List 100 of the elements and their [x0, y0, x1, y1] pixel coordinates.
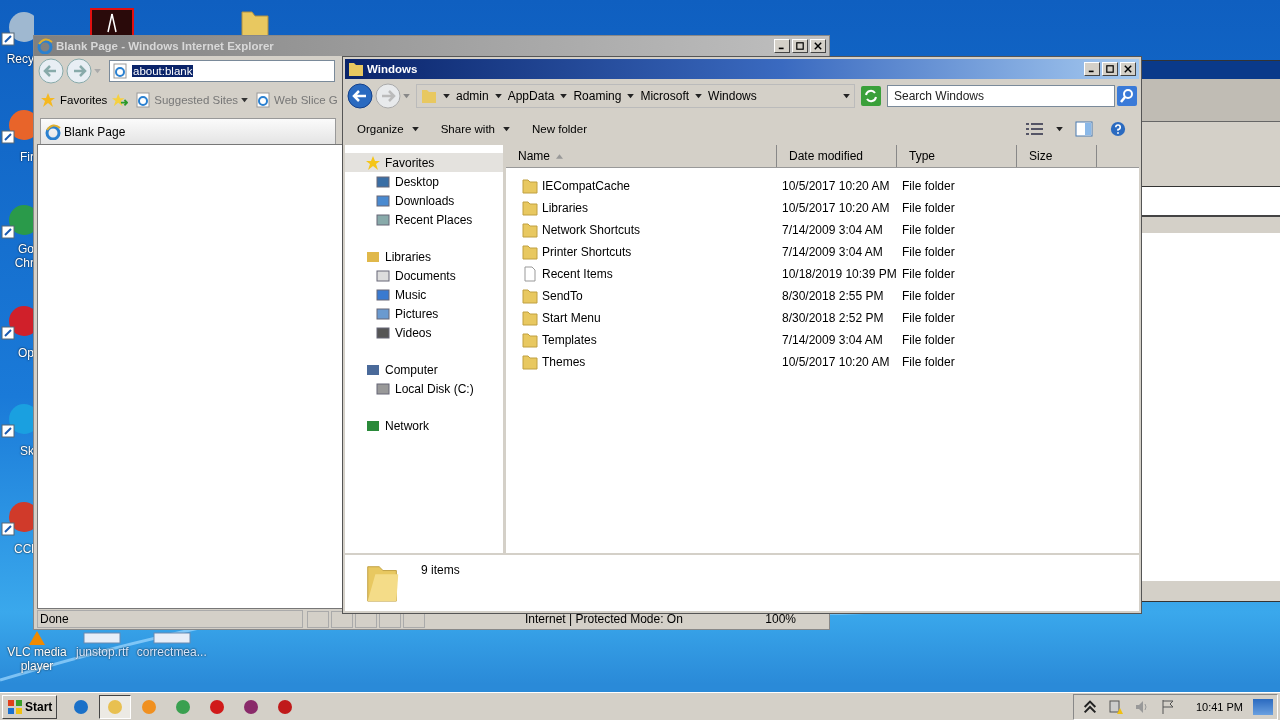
app-icon — [106, 697, 125, 716]
column-header[interactable]: Name — [506, 145, 777, 167]
navigation-item[interactable]: Music — [345, 285, 503, 304]
recent-places-icon — [375, 211, 391, 228]
file-name[interactable]: IECompatCache — [542, 179, 631, 193]
navigation-item[interactable]: Recent Places — [345, 210, 503, 229]
show-desktop-button[interactable] — [1253, 698, 1273, 715]
chevron-up-icon[interactable] — [1081, 698, 1098, 715]
search-field[interactable]: Search Windows — [887, 85, 1115, 107]
date-modified: 7/14/2009 3:04 AM — [782, 223, 883, 237]
help-icon[interactable] — [1109, 121, 1127, 137]
music-icon — [375, 286, 391, 303]
breadcrumb-item[interactable]: Microsoft — [640, 89, 690, 103]
chevron-down-icon[interactable] — [695, 93, 703, 99]
desktop-icon — [375, 173, 391, 190]
close-icon — [1124, 65, 1132, 73]
column-header[interactable]: Date modified — [777, 145, 897, 167]
favorites-button[interactable]: Favorites — [40, 92, 108, 108]
view-options-icon[interactable] — [1026, 121, 1044, 137]
desktop-icon-label[interactable]: Fir — [0, 150, 34, 164]
file-name[interactable]: Printer Shortcuts — [542, 245, 632, 259]
file-type: File folder — [902, 223, 955, 237]
file-type: File folder — [902, 267, 955, 281]
breadcrumb-item[interactable]: admin — [456, 89, 489, 103]
chevron-down-icon[interactable] — [627, 93, 635, 99]
date-modified: 10/5/2017 10:20 AM — [782, 201, 890, 215]
navigation-item[interactable]: Documents — [345, 266, 503, 285]
file-name[interactable]: Recent Items — [542, 267, 613, 281]
browser-tab[interactable]: Blank Page — [40, 118, 336, 144]
security-zone-text: Internet | Protected Mode: On — [525, 612, 683, 626]
dropdown-arrow-icon[interactable] — [843, 93, 850, 99]
navigation-item[interactable]: Favorites — [345, 153, 503, 172]
desktop-icon-label[interactable]: Go Chr — [0, 242, 34, 270]
maximize-button[interactable] — [1102, 62, 1118, 76]
date-modified: 7/14/2009 3:04 AM — [782, 245, 883, 259]
minimize-button[interactable] — [1084, 62, 1100, 76]
file-name[interactable]: Templates — [542, 333, 597, 347]
app-icon — [276, 697, 295, 716]
navigation-item[interactable]: Libraries — [345, 247, 503, 266]
status-panel — [307, 610, 329, 628]
taskbar-app[interactable] — [99, 694, 132, 719]
minimize-button[interactable] — [774, 39, 790, 53]
navigation-item[interactable]: Desktop — [345, 172, 503, 191]
start-button[interactable]: Start — [2, 694, 58, 719]
item-count: 9 items — [421, 563, 460, 577]
dropdown-arrow-icon[interactable] — [1056, 126, 1063, 132]
app-shortcut-icon[interactable] — [0, 202, 34, 242]
file-type: File folder — [902, 179, 955, 193]
column-header[interactable]: Size — [1017, 145, 1097, 167]
toolbar-button[interactable]: New folder — [528, 121, 591, 137]
document-icon[interactable] — [151, 631, 192, 645]
star-icon — [40, 92, 56, 108]
sort-arrow-icon — [556, 153, 563, 159]
address-field[interactable]: about:blank — [109, 60, 335, 82]
file-name[interactable]: Network Shortcuts — [542, 223, 641, 237]
navigation-item[interactable]: Local Disk (C:) — [345, 379, 503, 398]
column-header[interactable]: Type — [897, 145, 1017, 167]
file-name[interactable]: SendTo — [542, 289, 583, 303]
toolbar-button[interactable]: Organize — [353, 121, 423, 137]
chevron-down-icon[interactable] — [494, 93, 502, 99]
video-icon — [375, 324, 391, 341]
address-text: about:blank — [132, 65, 194, 77]
navigation-item[interactable]: Downloads — [345, 191, 503, 210]
toolbar-button[interactable]: Share with — [436, 121, 514, 137]
breadcrumb-item[interactable]: Roaming — [573, 89, 622, 103]
breadcrumb-item[interactable]: AppData — [507, 89, 555, 103]
breadcrumb-item[interactable]: Windows — [708, 89, 757, 103]
refresh-button[interactable] — [861, 86, 881, 106]
clock[interactable]: 10:41 PM — [1195, 700, 1243, 713]
close-button[interactable] — [810, 39, 826, 53]
file-name[interactable]: Libraries — [542, 201, 589, 215]
page-icon — [135, 92, 152, 108]
navigation-item[interactable]: Pictures — [345, 304, 503, 323]
chevron-down-icon[interactable] — [443, 93, 450, 99]
disk-drive-icon — [375, 380, 391, 397]
navigation-item[interactable]: Network — [345, 416, 503, 435]
file-type: File folder — [902, 289, 955, 303]
navigation-item[interactable]: Computer — [345, 360, 503, 379]
search-icon[interactable] — [1117, 86, 1137, 106]
desktop-icon-label[interactable]: Recy — [0, 52, 34, 66]
zoom-level[interactable]: 100% — [765, 612, 796, 626]
app-icon — [242, 697, 261, 716]
page-icon — [112, 63, 128, 79]
downloads-icon — [375, 192, 391, 209]
back-button[interactable] — [347, 83, 373, 109]
maximize-button[interactable] — [792, 39, 808, 53]
desktop-icon-label[interactable]: Op — [0, 346, 34, 360]
folder-icon[interactable] — [240, 8, 270, 38]
file-name[interactable]: Themes — [542, 355, 586, 369]
close-button[interactable] — [1120, 62, 1136, 76]
flag-icon[interactable] — [1159, 698, 1176, 715]
app-icon — [174, 697, 193, 716]
document-icon[interactable] — [82, 631, 123, 645]
address-bar[interactable]: admin AppData Roaming Microsoft Windows — [416, 84, 855, 108]
preview-pane-icon[interactable] — [1075, 121, 1093, 137]
chevron-down-icon[interactable] — [560, 93, 568, 99]
desktop-icon-label[interactable]: Sk — [0, 444, 34, 458]
close-icon — [814, 42, 822, 50]
file-name[interactable]: Start Menu — [542, 311, 601, 325]
navigation-item[interactable]: Videos — [345, 323, 503, 342]
